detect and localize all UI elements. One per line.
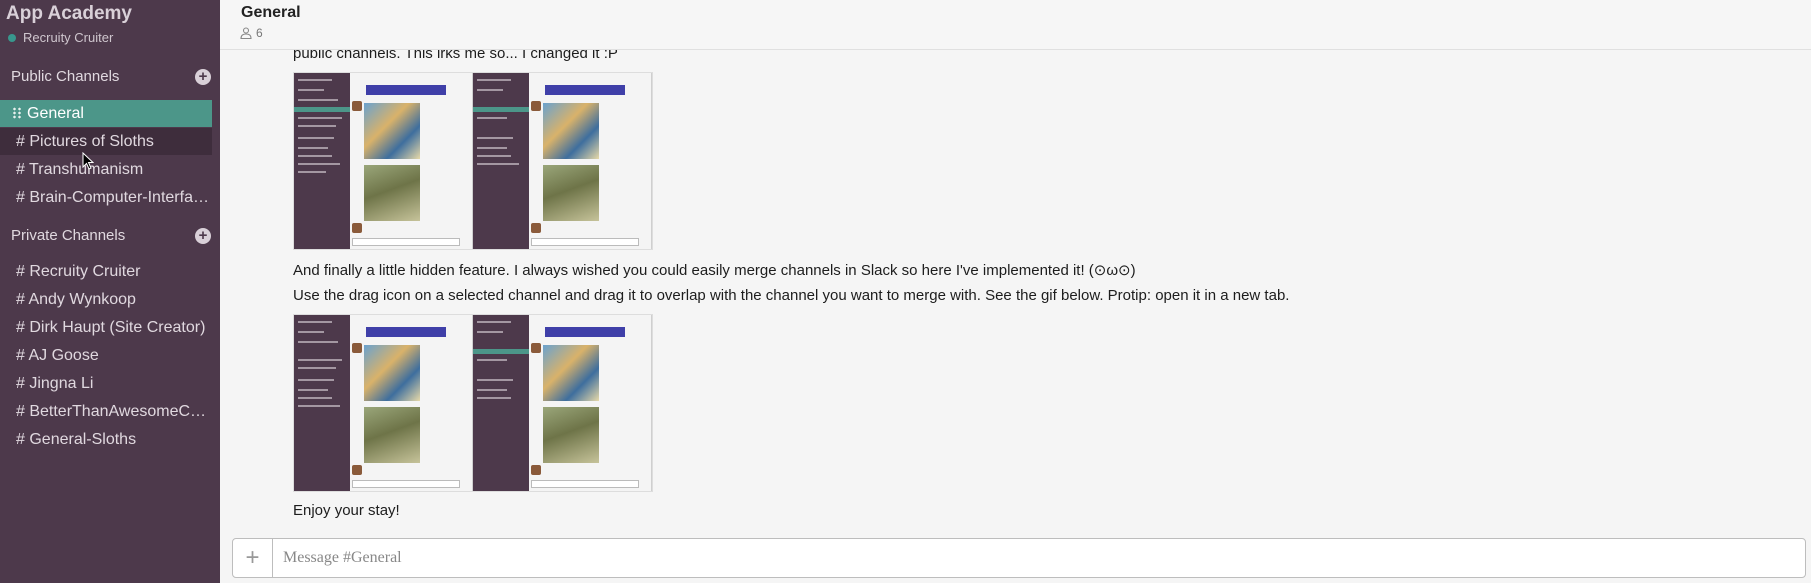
team-name[interactable]: App Academy xyxy=(6,3,132,25)
gif-frame-right xyxy=(473,315,652,491)
gif-frame-right xyxy=(473,73,652,249)
message-text: Use the drag icon on a selected channel … xyxy=(293,287,1290,304)
attach-plus-button[interactable]: + xyxy=(233,539,273,577)
mouse-cursor-icon xyxy=(82,152,94,170)
channel-label: General xyxy=(27,105,84,122)
channel-brain-computer-interfaces[interactable]: # Brain-Computer-Interfaces xyxy=(0,184,212,211)
message-text: public channels. This irks me so... I ch… xyxy=(293,50,618,62)
channel-label: # Recruity Cruiter xyxy=(16,263,141,280)
public-channels-label: Public Channels xyxy=(11,68,120,85)
member-count-value: 6 xyxy=(256,26,263,40)
channel-aj-goose[interactable]: # AJ Goose xyxy=(0,342,212,369)
gif-frame-left xyxy=(294,315,473,491)
private-channels-header: Private Channels + xyxy=(11,227,211,244)
message-text: Enjoy your stay! xyxy=(293,502,400,519)
private-channels-label: Private Channels xyxy=(11,227,126,244)
message-gif-image[interactable] xyxy=(293,314,653,492)
channel-label: # General-Sloths xyxy=(16,431,137,448)
channel-label: # Jingna Li xyxy=(16,375,94,392)
channel-label: # Pictures of Sloths xyxy=(16,133,154,150)
channel-label: # Dirk Haupt (Site Creator) xyxy=(16,319,206,336)
message-composer: + xyxy=(232,538,1806,578)
drag-handle-icon[interactable] xyxy=(12,107,22,119)
channel-title: General xyxy=(241,4,301,21)
current-user-name: Recruity Cruiter xyxy=(23,30,114,45)
presence-dot-icon xyxy=(8,33,16,42)
add-public-channel-button[interactable]: + xyxy=(195,68,211,85)
message-text: And finally a little hidden feature. I a… xyxy=(293,262,1136,279)
channel-recruity-cruiter[interactable]: # Recruity Cruiter xyxy=(0,258,212,285)
channel-label: # Transhumanism xyxy=(16,161,144,178)
channel-general-sloths[interactable]: # General-Sloths xyxy=(0,426,212,453)
user-icon xyxy=(240,27,252,39)
channel-betterthanawesome[interactable]: # BetterThanAwesomeChannel xyxy=(0,398,212,425)
message-input[interactable] xyxy=(273,539,1805,577)
channel-label: # BetterThanAwesomeChannel xyxy=(16,403,212,420)
message-gif-image[interactable] xyxy=(293,72,653,250)
sidebar: App Academy Recruity Cruiter Public Chan… xyxy=(0,0,220,583)
channel-label: # AJ Goose xyxy=(16,347,99,364)
add-private-channel-button[interactable]: + xyxy=(195,227,211,244)
public-channels-header: Public Channels + xyxy=(11,68,211,85)
channel-general[interactable]: General xyxy=(0,100,212,127)
current-user: Recruity Cruiter xyxy=(8,30,113,45)
channel-dirk-haupt[interactable]: # Dirk Haupt (Site Creator) xyxy=(0,314,212,341)
channel-pictures-of-sloths[interactable]: # Pictures of Sloths xyxy=(0,128,212,155)
gif-frame-left xyxy=(294,73,473,249)
channel-transhumanism[interactable]: # Transhumanism xyxy=(0,156,212,183)
channel-header: General 6 xyxy=(220,0,1811,50)
channel-label: # Brain-Computer-Interfaces xyxy=(16,189,212,206)
channel-jingna-li[interactable]: # Jingna Li xyxy=(0,370,212,397)
channel-andy-wynkoop[interactable]: # Andy Wynkoop xyxy=(0,286,212,313)
message-list[interactable]: public channels. This irks me so... I ch… xyxy=(220,50,1811,528)
channel-label: # Andy Wynkoop xyxy=(16,291,136,308)
member-count[interactable]: 6 xyxy=(240,26,263,40)
